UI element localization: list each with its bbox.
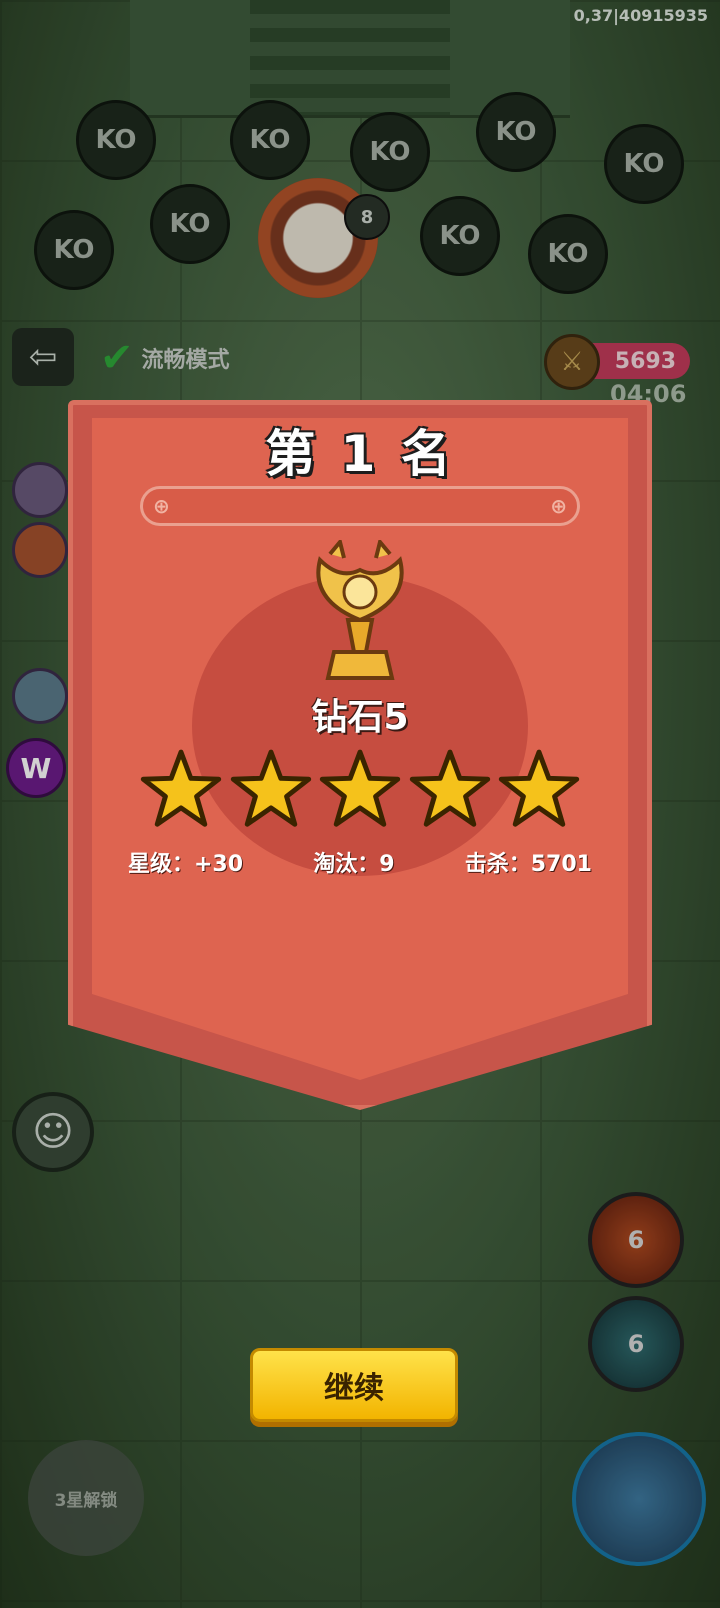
bar-ornament-icon: ⊕ bbox=[550, 494, 567, 518]
rank-title: 第 1 名 bbox=[265, 425, 455, 483]
bar-ornament-icon: ⊕ bbox=[153, 494, 170, 518]
star-icon bbox=[409, 749, 490, 827]
star-icon bbox=[498, 749, 580, 827]
star-icon bbox=[319, 749, 401, 827]
eliminated-stat: 淘汰：9 bbox=[313, 852, 395, 877]
kills-stat: 击杀：5701 bbox=[464, 852, 592, 877]
tier-label: 钻石5 bbox=[311, 697, 409, 738]
star-icon bbox=[230, 749, 311, 827]
result-stats: 星级：+30 淘汰：9 击杀：5701 bbox=[128, 846, 592, 878]
result-panel: 第 1 名 ⊕ ⊕ 钻石5 星级：+30 淘汰：9 击杀：5701 bbox=[68, 400, 652, 1110]
dragon-trophy-icon bbox=[316, 540, 404, 680]
star-level-stat: 星级：+30 bbox=[128, 852, 244, 877]
continue-button[interactable]: 继续 bbox=[250, 1348, 458, 1422]
rank-bar: ⊕ ⊕ bbox=[140, 486, 580, 526]
star-rating bbox=[140, 748, 580, 830]
star-icon bbox=[140, 749, 222, 827]
